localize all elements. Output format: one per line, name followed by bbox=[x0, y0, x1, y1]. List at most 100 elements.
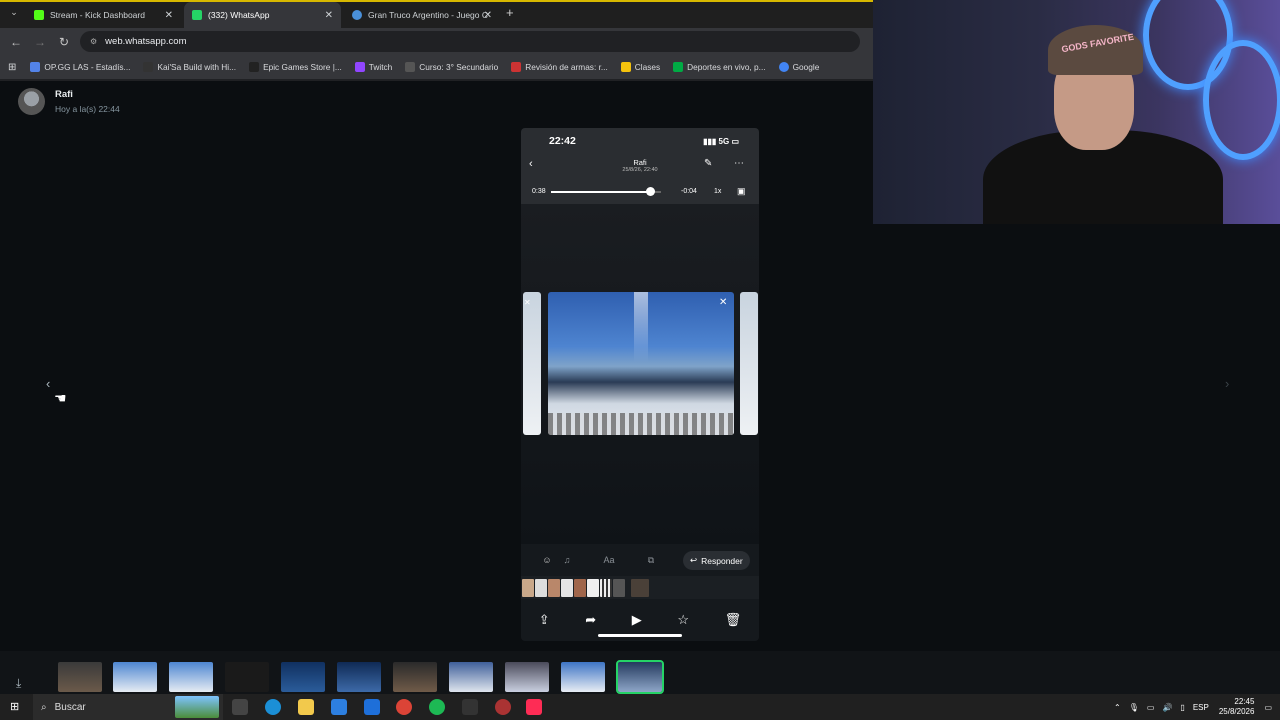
url-text: web.whatsapp.com bbox=[105, 36, 187, 47]
tab-truco[interactable]: Gran Truco Argentino - Juego C ✕ bbox=[344, 2, 500, 28]
film-thumb[interactable] bbox=[337, 662, 381, 692]
close-icon[interactable]: ✕ bbox=[165, 10, 173, 21]
address-bar[interactable]: ⚙ web.whatsapp.com bbox=[80, 31, 860, 52]
opgg-icon bbox=[30, 62, 41, 72]
bookmark-epic[interactable]: Epic Games Store |... bbox=[249, 62, 342, 72]
phone-date: 25/8/26, 22:40 bbox=[622, 167, 658, 173]
browser-window: ⌄ Stream - Kick Dashboard ✕ (332) WhatsA… bbox=[0, 0, 873, 81]
recorder-icon[interactable] bbox=[495, 699, 511, 715]
language-label[interactable]: ESP bbox=[1193, 703, 1209, 712]
search-highlight-image bbox=[175, 696, 219, 718]
reload-icon[interactable]: ↻ bbox=[52, 35, 76, 49]
epic-icon bbox=[249, 62, 260, 72]
progress-knob bbox=[646, 187, 655, 196]
overlay-icon: ⧉ bbox=[647, 554, 655, 565]
tiktok-icon[interactable] bbox=[526, 699, 542, 715]
sun-glare bbox=[634, 292, 648, 362]
photo-prev bbox=[523, 292, 541, 435]
bookmark-armas[interactable]: Revisión de armas: r... bbox=[511, 62, 608, 72]
neon-light bbox=[1203, 40, 1280, 160]
close-icon[interactable]: ✕ bbox=[484, 10, 492, 21]
curso-icon bbox=[405, 62, 416, 72]
tab-whatsapp[interactable]: (332) WhatsApp ✕ bbox=[184, 2, 341, 28]
cursor-icon: ☚ bbox=[54, 390, 67, 406]
bookmark-label: Kai'Sa Build with Hi... bbox=[157, 62, 237, 72]
film-thumb[interactable] bbox=[58, 662, 102, 692]
close-icon: ✕ bbox=[524, 298, 531, 307]
film-thumb[interactable] bbox=[393, 662, 437, 692]
twitch-icon bbox=[354, 62, 365, 72]
tab-search-icon[interactable]: ⌄ bbox=[2, 7, 26, 18]
notification-icon[interactable]: ▭ bbox=[1264, 703, 1272, 712]
bookmark-label: OP.GG LAS - Estadís... bbox=[44, 62, 131, 72]
task-view-icon[interactable] bbox=[232, 699, 248, 715]
webcam-overlay: GODS FAVORITE bbox=[873, 0, 1280, 224]
bookmark-deportes[interactable]: Deportes en vivo, p... bbox=[673, 62, 766, 72]
mic-icon[interactable]: 🎙 bbox=[1129, 703, 1139, 712]
bookmark-opgg[interactable]: OP.GG LAS - Estadís... bbox=[30, 62, 130, 72]
mail-icon[interactable] bbox=[364, 699, 380, 715]
app-icon[interactable] bbox=[462, 699, 478, 715]
bookmark-clases[interactable]: Clases bbox=[620, 62, 660, 72]
sender-time: Hoy a la(s) 22:44 bbox=[55, 104, 120, 114]
new-tab-icon[interactable]: + bbox=[506, 5, 514, 20]
clock[interactable]: 22:45 25/8/2026 bbox=[1219, 697, 1255, 717]
reply-button: ↩ Responder bbox=[683, 551, 750, 570]
progress-fill bbox=[551, 191, 650, 193]
whatsapp-icon bbox=[192, 10, 202, 20]
bookmark-curso[interactable]: Curso: 3° Secundario bbox=[405, 62, 498, 72]
prev-arrow-icon[interactable]: ‹ bbox=[46, 376, 50, 391]
bookmark-kaisa[interactable]: Kai'Sa Build with Hi... bbox=[143, 62, 236, 72]
file-explorer-icon[interactable] bbox=[298, 699, 314, 715]
windows-start-icon[interactable]: ⊞ bbox=[10, 700, 19, 713]
browser-toolbar: ← → ↻ ⚙ web.whatsapp.com bbox=[0, 28, 873, 55]
pip-icon: ▣ bbox=[737, 186, 746, 196]
strip-thumb bbox=[535, 578, 547, 597]
forward-icon: ➦ bbox=[585, 612, 597, 627]
search-box[interactable]: ⌕ Buscar bbox=[33, 694, 223, 720]
home-indicator bbox=[598, 634, 682, 637]
chevron-up-icon[interactable]: ⌃ bbox=[1114, 703, 1121, 712]
more-icon: ⋯ bbox=[734, 158, 744, 169]
bookmark-twitch[interactable]: Twitch bbox=[354, 62, 392, 72]
close-icon[interactable]: ✕ bbox=[325, 10, 333, 21]
windows-taskbar: ⊞ ⌕ Buscar ⌃ 🎙 ▭ 🔊 ▯ ESP 22:45 25/8/2026… bbox=[0, 694, 1280, 720]
bookmark-google[interactable]: Google bbox=[778, 62, 820, 72]
back-icon[interactable]: ← bbox=[4, 35, 28, 49]
tab-label: Gran Truco Argentino - Juego C bbox=[368, 10, 489, 20]
bookmark-label: Google bbox=[792, 62, 820, 72]
site-info-icon[interactable]: ⚙ bbox=[90, 37, 97, 46]
chrome-icon[interactable] bbox=[396, 699, 412, 715]
truco-icon bbox=[352, 10, 362, 20]
film-thumb[interactable] bbox=[505, 662, 549, 692]
film-thumb-selected[interactable] bbox=[616, 660, 664, 694]
film-thumb[interactable] bbox=[561, 662, 605, 692]
film-thumb[interactable] bbox=[449, 662, 493, 692]
volume-icon[interactable]: 🔊 bbox=[1162, 703, 1172, 712]
strip-thumb bbox=[600, 578, 612, 597]
text-icon: Aa bbox=[603, 555, 615, 565]
download-icon[interactable]: ⤓ bbox=[16, 676, 21, 691]
network-icon[interactable]: ▭ bbox=[1147, 703, 1155, 712]
store-icon[interactable] bbox=[331, 699, 347, 715]
avatar[interactable] bbox=[18, 88, 45, 115]
remaining-time: -0:04 bbox=[681, 188, 697, 195]
forward-icon[interactable]: → bbox=[28, 35, 52, 49]
next-arrow-icon[interactable]: › bbox=[1225, 376, 1229, 391]
film-thumb[interactable] bbox=[225, 662, 269, 692]
film-thumb[interactable] bbox=[169, 662, 213, 692]
edge-icon[interactable] bbox=[265, 699, 281, 715]
search-icon: ⌕ bbox=[41, 701, 47, 713]
share-icon: ⇪ bbox=[538, 612, 550, 627]
strip-thumb bbox=[548, 578, 560, 597]
fence bbox=[548, 413, 734, 435]
phone-screenshot: 22:42 ▮▮▮ 5G ▭ ‹ Rafi 25/8/26, 22:40 ✎ ⋯… bbox=[521, 128, 759, 641]
film-thumb[interactable] bbox=[281, 662, 325, 692]
folder-icon bbox=[620, 62, 631, 72]
thumbnail-strip bbox=[521, 576, 759, 599]
battery-icon[interactable]: ▯ bbox=[1180, 703, 1184, 712]
spotify-icon[interactable] bbox=[429, 699, 445, 715]
tab-kick[interactable]: Stream - Kick Dashboard ✕ bbox=[26, 2, 181, 28]
apps-icon[interactable]: ⊞ bbox=[8, 62, 16, 73]
film-thumb[interactable] bbox=[113, 662, 157, 692]
